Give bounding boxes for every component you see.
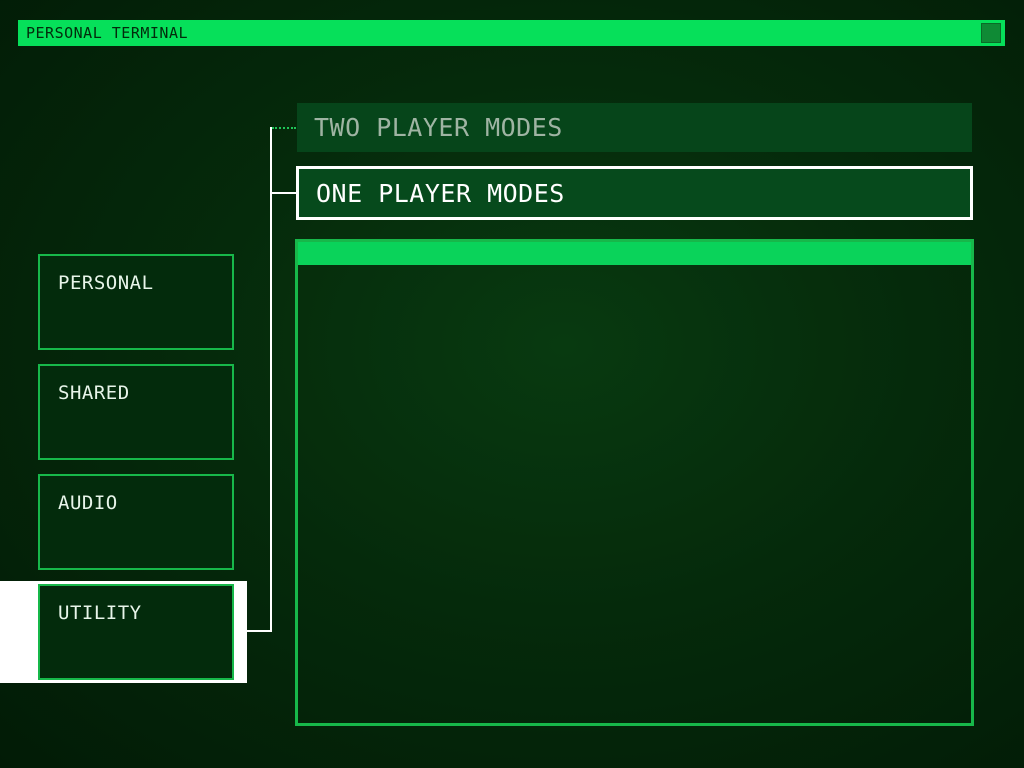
connector-line-vertical <box>270 127 272 632</box>
connector-line-utility <box>247 630 272 632</box>
menu-item-utility[interactable]: UTILITY <box>38 584 234 680</box>
menu-item-label: PERSONAL <box>58 272 154 294</box>
two-player-modes-label: TWO PLAYER MODES <box>314 113 563 142</box>
menu-item-personal[interactable]: PERSONAL <box>38 254 234 350</box>
two-player-modes-button[interactable]: TWO PLAYER MODES <box>297 103 972 152</box>
title-bar: PERSONAL TERMINAL <box>18 20 1005 46</box>
menu-item-label: AUDIO <box>58 492 118 514</box>
one-player-modes-button[interactable]: ONE PLAYER MODES <box>296 166 973 220</box>
one-player-modes-label: ONE PLAYER MODES <box>316 179 565 208</box>
window-title: PERSONAL TERMINAL <box>26 24 189 42</box>
mode-list-panel <box>295 239 974 726</box>
mode-list-panel-header <box>298 242 971 265</box>
square-close-icon[interactable] <box>981 23 1001 43</box>
menu-item-label: UTILITY <box>58 602 142 624</box>
menu-item-shared[interactable]: SHARED <box>38 364 234 460</box>
menu-item-audio[interactable]: AUDIO <box>38 474 234 570</box>
connector-line-two-player <box>272 127 296 129</box>
terminal-screen: PERSONAL TERMINAL PERSONAL SHARED AUDIO … <box>0 0 1024 768</box>
connector-line-one-player <box>270 192 296 194</box>
menu-item-label: SHARED <box>58 382 130 404</box>
